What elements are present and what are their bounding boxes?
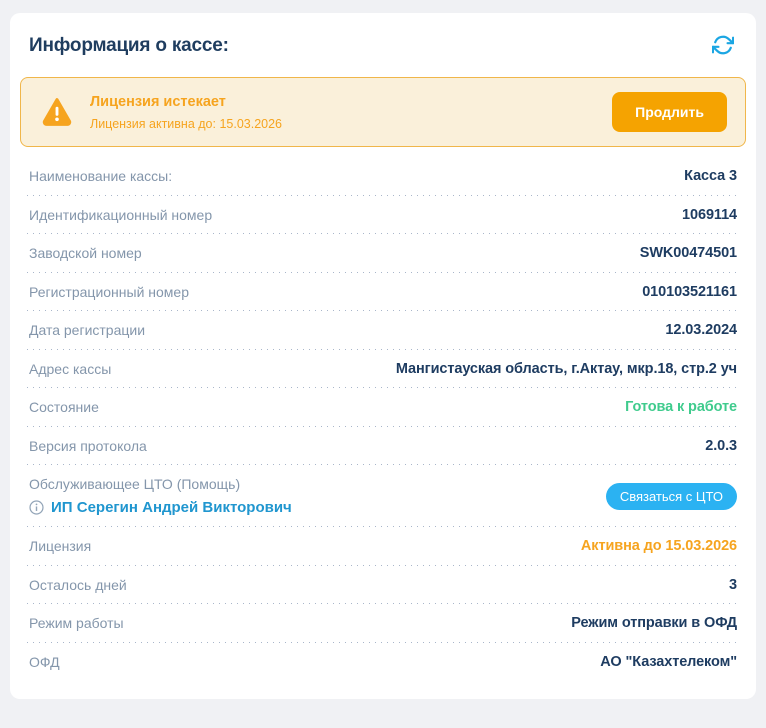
row-ofd: ОФД АО "Казахтелеком" — [20, 643, 746, 682]
banner-text: Лицензия истекает Лицензия активна до: 1… — [90, 94, 282, 131]
page-title: Информация о кассе: — [29, 35, 229, 56]
field-label: Лицензия — [29, 538, 92, 555]
row-state: Состояние Готова к работе — [20, 388, 746, 427]
kassa-info-card: Информация о кассе: Лицензия истекает Ли… — [10, 13, 756, 699]
row-kassa-address: Адрес кассы Мангистауская область, г.Акт… — [20, 350, 746, 389]
row-factory-number: Заводской номер SWK00474501 — [20, 234, 746, 273]
info-circle-icon — [29, 500, 44, 515]
field-value: Режим отправки в ОФД — [571, 615, 737, 632]
row-days-left: Осталось дней 3 — [20, 566, 746, 605]
field-label: Дата регистрации — [29, 322, 146, 339]
field-value: 2.0.3 — [705, 437, 737, 454]
row-registration-number: Регистрационный номер 010103521161 — [20, 273, 746, 312]
card-header: Информация о кассе: — [20, 33, 746, 59]
field-value: SWK00474501 — [639, 245, 737, 262]
extend-license-button[interactable]: Продлить — [612, 92, 727, 132]
status-badge: Готова к работе — [625, 399, 737, 416]
field-label: Состояние — [29, 399, 99, 416]
field-label: Заводской номер — [29, 245, 142, 262]
field-value: 3 — [729, 576, 737, 593]
row-registration-date: Дата регистрации 12.03.2024 — [20, 311, 746, 350]
field-label: Идентификационный номер — [29, 206, 213, 223]
field-label: Наименование кассы: — [29, 168, 173, 185]
row-kassa-name: Наименование кассы: Касса 3 — [20, 157, 746, 196]
banner-subtitle: Лицензия активна до: 15.03.2026 — [90, 116, 283, 131]
cto-company-name: ИП Серегин Андрей Викторович — [51, 499, 292, 516]
row-cto-service: Обслуживающее ЦТО (Помощь) ИП Серегин Ан… — [20, 465, 746, 527]
kassa-fields-list: Наименование кассы: Касса 3 Идентификаци… — [20, 157, 746, 681]
field-label: Версия протокола — [29, 437, 147, 454]
contact-cto-button[interactable]: Связаться с ЦТО — [605, 482, 737, 510]
cto-company-link[interactable]: ИП Серегин Андрей Викторович — [29, 499, 292, 516]
warning-triangle-icon — [41, 96, 73, 131]
field-value: Мангистауская область, г.Актау, мкр.18, … — [395, 360, 737, 377]
license-warning-banner: Лицензия истекает Лицензия активна до: 1… — [20, 77, 746, 147]
license-status: Активна до 15.03.2026 — [580, 538, 737, 555]
field-value: 1069114 — [682, 206, 737, 223]
field-label: Регистрационный номер — [29, 283, 189, 300]
banner-title: Лицензия истекает — [90, 93, 226, 110]
row-work-mode: Режим работы Режим отправки в ОФД — [20, 604, 746, 643]
refresh-button[interactable] — [710, 33, 736, 59]
field-value: АО "Казахтелеком" — [600, 653, 737, 670]
row-identification-number: Идентификационный номер 1069114 — [20, 196, 746, 235]
row-license: Лицензия Активна до 15.03.2026 — [20, 527, 746, 566]
field-value: 010103521161 — [642, 283, 737, 300]
cto-info: Обслуживающее ЦТО (Помощь) ИП Серегин Ан… — [29, 466, 292, 526]
field-label: ОФД — [29, 653, 60, 670]
row-protocol-version: Версия протокола 2.0.3 — [20, 427, 746, 466]
field-label: Режим работы — [29, 615, 124, 632]
field-label: Осталось дней — [29, 576, 127, 593]
field-value: 12.03.2024 — [665, 322, 737, 339]
refresh-icon — [711, 34, 735, 59]
field-label: Обслуживающее ЦТО (Помощь) — [29, 476, 241, 492]
field-value: Касса 3 — [684, 168, 737, 185]
field-label: Адрес кассы — [29, 360, 112, 377]
